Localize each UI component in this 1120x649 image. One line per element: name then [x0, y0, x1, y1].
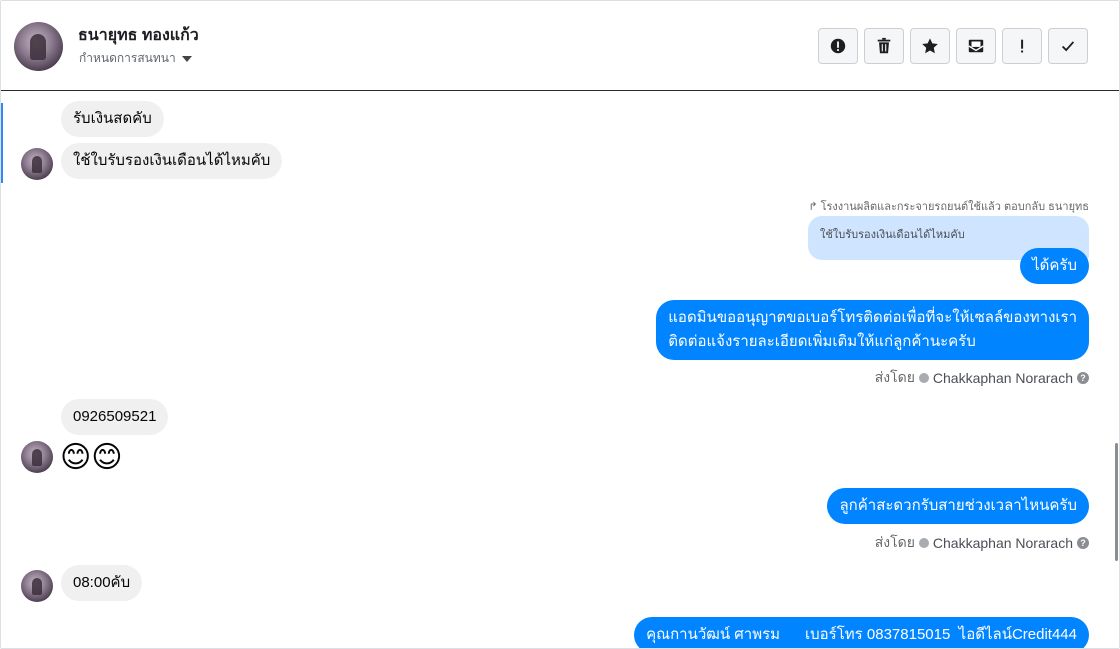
message-line: แอดมินขออนุญาตขอเบอร์โทรติดต่อเพื่อที่จะ…	[668, 309, 1077, 326]
star-button[interactable]	[910, 28, 950, 64]
message-line: ติดต่อแจ้งรายละเอียดเพิ่มเติมให้แก่ลูกค้…	[668, 333, 976, 350]
exclamation-icon	[1021, 39, 1024, 53]
follow-up-button[interactable]	[1002, 28, 1042, 64]
outgoing-message[interactable]: แอดมินขออนุญาตขอเบอร์โทรติดต่อเพื่อที่จะ…	[656, 300, 1089, 360]
caret-down-icon	[181, 55, 192, 62]
sent-by-prefix: ส่งโดย	[874, 369, 915, 385]
conversation-label: กำหนดการสนทนา	[79, 51, 176, 65]
alert-circle-icon	[830, 38, 846, 54]
conversation-header: ธนายุทธ ทองแก้ว กำหนดการสนทนา	[1, 1, 1119, 91]
outgoing-message[interactable]: ได้ครับ	[1020, 248, 1089, 284]
reply-context: ↱ โรงงานผลิตและกระจายรถยนต์ใช้แล้ว ตอบกล…	[808, 197, 1089, 215]
sender-avatar	[21, 148, 53, 180]
help-icon[interactable]: ?	[1077, 372, 1089, 384]
delete-button[interactable]	[864, 28, 904, 64]
selection-accent	[1, 103, 3, 183]
reply-arrow-icon: ↱	[808, 200, 818, 213]
outgoing-message[interactable]: ลูกค้าสะดวกรับสายช่วงเวลาไหนครับ	[827, 488, 1089, 524]
star-icon	[922, 38, 938, 54]
mark-unread-button[interactable]	[956, 28, 996, 64]
incoming-message[interactable]: 0926509521	[61, 399, 169, 435]
reply-context-text: โรงงานผลิตและกระจายรถยนต์ใช้แล้ว ตอบกลับ…	[820, 201, 1089, 213]
spam-button[interactable]	[818, 28, 858, 64]
incoming-message[interactable]: รับเงินสดคับ	[61, 101, 164, 137]
scrollbar[interactable]	[1115, 443, 1118, 561]
verified-icon	[918, 538, 929, 548]
contact-avatar[interactable]	[14, 22, 63, 71]
emoji-message[interactable]: 😊😊	[60, 441, 123, 475]
agent-name[interactable]: Chakkaphan Norarach	[933, 370, 1073, 386]
sent-by-prefix: ส่งโดย	[874, 534, 915, 550]
sent-by-label: ส่งโดย Chakkaphan Norarach ?	[875, 532, 1089, 554]
contact-name[interactable]: ธนายุทธ ทองแก้ว	[78, 23, 199, 48]
message-thread[interactable]: รับเงินสดคับ ใช้ใบรับรองเงินเดือนได้ไหมค…	[1, 91, 1119, 648]
outgoing-message[interactable]: คุณกานวัฒน์ ศาพรม เบอร์โทร 0837815015 ไอ…	[634, 617, 1089, 648]
mail-open-icon	[968, 39, 984, 53]
sender-avatar	[21, 570, 53, 602]
incoming-message[interactable]: ใช้ใบรับรองเงินเดือนได้ไหมคับ	[61, 143, 283, 179]
sender-avatar	[21, 441, 53, 473]
incoming-message[interactable]: 08:00คับ	[61, 565, 143, 601]
conversation-toolbar	[818, 28, 1088, 64]
conversation-settings-dropdown[interactable]: กำหนดการสนทนา	[79, 49, 192, 68]
agent-name[interactable]: Chakkaphan Norarach	[933, 535, 1073, 551]
trash-icon	[877, 37, 891, 54]
help-icon[interactable]: ?	[1077, 537, 1089, 549]
check-icon	[1061, 41, 1075, 52]
sent-by-label: ส่งโดย Chakkaphan Norarach ?	[875, 367, 1089, 389]
verified-icon	[918, 373, 929, 383]
mark-done-button[interactable]	[1048, 28, 1088, 64]
messenger-window: ธนายุทธ ทองแก้ว กำหนดการสนทนา รับเงินสดค…	[0, 0, 1120, 649]
